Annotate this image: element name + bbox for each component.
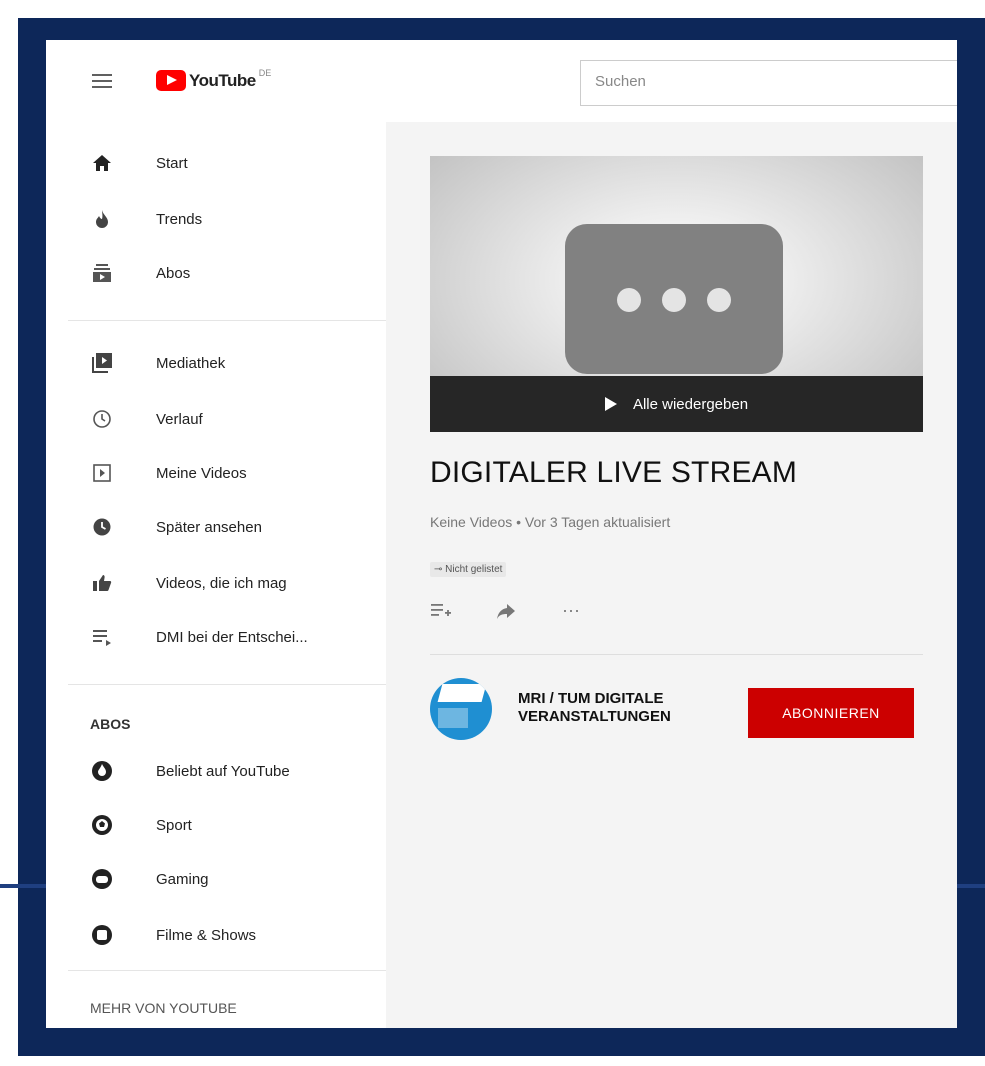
share-icon[interactable] [496, 602, 532, 620]
sidebar-item-beliebt[interactable]: Beliebt auf YouTube [46, 746, 386, 796]
playlist-meta: Keine Videos • Vor 3 Tagen aktualisiert [430, 514, 671, 530]
sidebar-item-videos-die-ich-mag[interactable]: Videos, die ich mag [46, 558, 386, 608]
sidebar-item-trends[interactable]: Trends [46, 194, 386, 244]
sidebar-item-label: Gaming [156, 870, 209, 888]
visibility-label: Nicht gelistet [445, 564, 503, 575]
sidebar-item-label: Beliebt auf YouTube [156, 762, 290, 780]
panel-divider [430, 654, 923, 655]
play-all-button[interactable]: Alle wiedergeben [430, 376, 923, 432]
visibility-badge: ⊸ Nicht gelistet [430, 562, 507, 577]
sidebar-item-spaeter-ansehen[interactable]: Später ansehen [46, 502, 386, 552]
frame-top-border [18, 18, 985, 40]
youtube-logo[interactable]: YouTube DE [156, 67, 272, 91]
sidebar-item-label: Verlauf [156, 410, 203, 428]
sport-channel-icon [91, 814, 113, 836]
visibility-icon: ⊸ [434, 564, 446, 575]
playlist-panel: Alle wiedergeben DIGITALER LIVE STREAM K… [386, 122, 957, 1028]
abos-section-title: ABOS [90, 716, 131, 732]
dot-icon [617, 288, 641, 312]
country-code: DE [258, 67, 272, 78]
sidebar-item-verlauf[interactable]: Verlauf [46, 394, 386, 444]
sidebar-item-dmi-playlist[interactable]: DMI bei der Entschei... [46, 612, 386, 662]
subscriptions-icon [91, 262, 113, 284]
sidebar-item-label: Abos [156, 264, 191, 282]
sidebar-item-label: Start [156, 154, 188, 172]
sidebar-divider [68, 970, 386, 971]
history-icon [91, 408, 113, 430]
sidebar-item-label: Meine Videos [156, 464, 247, 482]
frame-right-border [957, 18, 985, 1056]
youtube-screen: YouTube DE Suchen Start Trends Abos Medi… [46, 40, 957, 1028]
sidebar-item-label: Später ansehen [156, 518, 262, 536]
dot-icon [707, 288, 731, 312]
watch-later-icon [91, 516, 113, 538]
sidebar-item-label: Sport [156, 816, 192, 834]
my-videos-icon [91, 462, 113, 484]
movies-channel-icon [91, 924, 113, 946]
menu-icon[interactable] [92, 74, 112, 88]
channel-name[interactable]: MRI / TUM DIGITALE VERANSTALTUNGEN [518, 690, 718, 726]
playlist-actions: ··· [430, 600, 628, 621]
more-options-icon[interactable]: ··· [562, 600, 598, 621]
sidebar-item-label: DMI bei der Entschei... [156, 628, 308, 646]
thumb-up-icon [91, 572, 113, 594]
avatar-shape [437, 684, 487, 702]
more-from-youtube-title: MEHR VON YOUTUBE [90, 1000, 237, 1016]
youtube-play-icon [156, 70, 186, 91]
sidebar-item-sport[interactable]: Sport [46, 800, 386, 850]
frame-left-border [18, 18, 46, 1056]
sidebar-divider [68, 320, 386, 321]
playlist-icon [91, 626, 113, 648]
playlist-title: DIGITALER LIVE STREAM [430, 456, 798, 489]
sidebar: Start Trends Abos Mediathek Verlauf Mein… [46, 122, 386, 1028]
sidebar-item-label: Filme & Shows [156, 926, 257, 944]
sidebar-item-gaming[interactable]: Gaming [46, 854, 386, 904]
play-all-label: Alle wiedergeben [632, 395, 749, 413]
top-bar: YouTube DE Suchen [46, 40, 957, 122]
sidebar-divider [68, 684, 386, 685]
sidebar-item-abos[interactable]: Abos [46, 248, 386, 298]
dot-icon [662, 288, 686, 312]
sidebar-item-filme-shows[interactable]: Filme & Shows [46, 910, 386, 960]
avatar-shape [438, 708, 468, 728]
playlist-thumbnail[interactable]: Alle wiedergeben [430, 156, 923, 432]
sidebar-item-meine-videos[interactable]: Meine Videos [46, 448, 386, 498]
sidebar-item-mediathek[interactable]: Mediathek [46, 338, 386, 388]
search-input[interactable]: Suchen [580, 60, 957, 106]
subscribe-button[interactable]: ABONNIEREN [748, 688, 914, 738]
flame-icon [91, 208, 113, 230]
gaming-channel-icon [91, 868, 113, 890]
placeholder-video-icon [565, 224, 783, 374]
channel-avatar[interactable] [430, 678, 492, 740]
sidebar-item-label: Trends [156, 210, 203, 228]
frame-bottom-border [18, 1028, 985, 1056]
popular-channel-icon [91, 760, 113, 782]
sidebar-item-label: Mediathek [156, 354, 226, 372]
add-to-queue-icon[interactable] [430, 602, 466, 620]
library-icon [91, 352, 113, 374]
play-icon [604, 397, 617, 411]
logo-text: YouTube [189, 70, 256, 90]
sidebar-item-start[interactable]: Start [46, 138, 386, 188]
sidebar-item-label: Videos, die ich mag [156, 574, 287, 592]
home-icon [91, 152, 113, 174]
